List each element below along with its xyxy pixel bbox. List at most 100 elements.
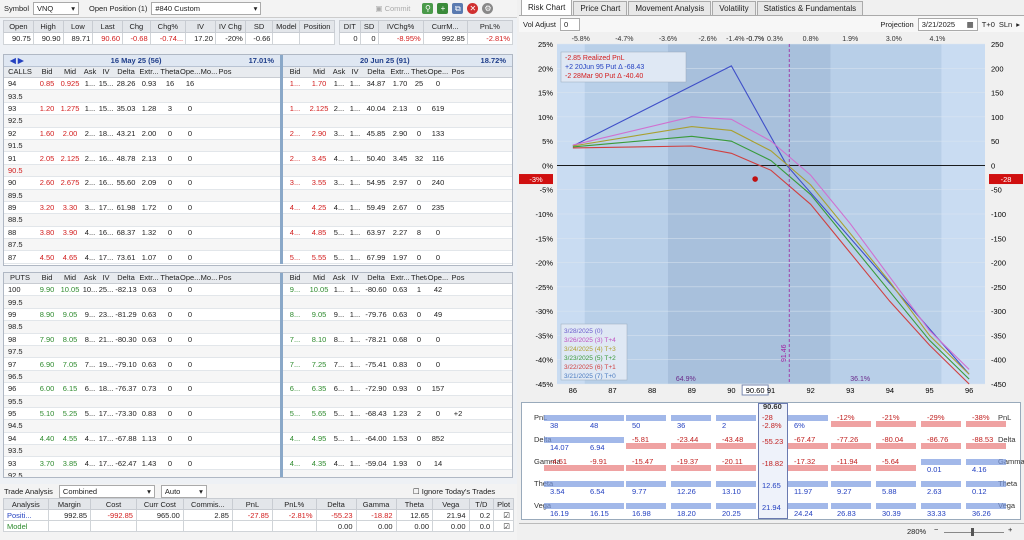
column-label[interactable]: Theta <box>411 273 427 283</box>
column-label[interactable]: Ask <box>331 67 347 77</box>
option-row[interactable]: 96 6.00 6.15 6... 18... -76.37 0.73 0 0 <box>4 383 280 396</box>
option-row[interactable] <box>283 345 512 359</box>
column-label[interactable]: Mo... <box>200 273 218 283</box>
column-label[interactable]: Delta <box>363 67 389 77</box>
analysis-cell[interactable]: Model <box>3 520 49 532</box>
option-row[interactable]: 3... 3.55 3... 1... 54.95 2.97 0 240 <box>283 177 512 190</box>
option-row[interactable]: 8... 9.05 9... 1... -79.76 0.63 0 49 <box>283 309 512 322</box>
option-row[interactable]: 93.5 <box>4 90 280 103</box>
column-label[interactable]: Pos <box>218 273 232 283</box>
column-label[interactable]: Delta <box>363 273 389 283</box>
tab-risk-chart[interactable]: Risk Chart <box>521 0 573 15</box>
column-label[interactable]: IV <box>347 67 363 77</box>
option-row[interactable]: 2... 3.45 4... 1... 50.40 3.45 32 116 <box>283 152 512 165</box>
add-icon[interactable]: + <box>437 3 449 14</box>
option-row[interactable]: 91.5 <box>4 139 280 153</box>
vol-adjust-input[interactable]: 0 <box>559 17 580 31</box>
column-label[interactable]: Bid <box>283 273 307 283</box>
column-label[interactable]: Pos <box>449 273 467 283</box>
column-label[interactable]: Mid <box>307 273 331 283</box>
option-row[interactable]: 98.5 <box>4 321 280 334</box>
zoom-out-icon[interactable]: − <box>934 525 938 534</box>
close-icon[interactable]: ✕ <box>467 3 479 14</box>
tab-movement-analysis[interactable]: Movement Analysis <box>628 1 712 15</box>
option-row[interactable]: 7... 8.10 8... 1... -78.21 0.68 0 0 <box>283 334 512 346</box>
analysis-cell[interactable]: Positi... <box>3 509 49 521</box>
position-select[interactable]: #840 Custom ▾ <box>151 2 262 15</box>
column-label[interactable]: Ope... <box>180 273 200 283</box>
option-row[interactable]: 87 4.50 4.65 4... 17... 73.61 1.07 0 0 <box>4 251 280 264</box>
option-row[interactable] <box>283 370 512 384</box>
column-label[interactable]: Ask <box>82 273 98 283</box>
option-row[interactable]: 6... 6.35 6... 1... -72.90 0.93 0 157 <box>283 383 512 396</box>
option-row[interactable]: 88.5 <box>4 214 280 227</box>
analysis-mode-select[interactable]: Combined ▾ <box>58 484 155 498</box>
option-row[interactable]: 99 8.90 9.05 9... 23... -81.29 0.63 0 0 <box>4 309 280 322</box>
option-row[interactable] <box>283 164 512 178</box>
option-row[interactable]: 94 0.85 0.925 1... 15... 28.26 0.93 16 16 <box>4 78 280 91</box>
option-row[interactable]: 93.5 <box>4 445 280 458</box>
symbol-select[interactable]: VNQ ▾ <box>33 2 80 15</box>
option-row[interactable]: 99.5 <box>4 296 280 309</box>
tab-statistics-fundamentals[interactable]: Statistics & Fundamentals <box>756 1 864 15</box>
column-label[interactable]: Bid <box>36 273 58 283</box>
search-icon[interactable]: ⚲ <box>422 3 434 14</box>
column-label[interactable]: Mo... <box>200 67 218 77</box>
column-label[interactable]: Extr... <box>138 273 160 283</box>
column-label[interactable]: IV <box>347 273 363 283</box>
ignore-trades-checkbox[interactable]: ☐ Ignore Today's Trades <box>413 487 495 496</box>
column-label[interactable]: Ope... <box>180 67 200 77</box>
option-row[interactable] <box>283 115 512 128</box>
tab-volatility[interactable]: Volatility <box>712 1 756 15</box>
tab-price-chart[interactable]: Price Chart <box>573 1 628 15</box>
option-row[interactable]: 92 1.60 2.00 2... 18... 43.21 2.00 0 0 <box>4 128 280 140</box>
option-row[interactable] <box>283 239 512 252</box>
option-row[interactable]: 97 6.90 7.05 7... 19... -79.10 0.63 0 0 <box>4 358 280 371</box>
option-row[interactable] <box>283 296 512 309</box>
column-label[interactable]: CALLS <box>4 67 36 77</box>
risk-chart[interactable]: 25% 250 20% 200 15% 150 10% 100 5% 50 0% 0 -3% -28 -5%… <box>519 32 1024 402</box>
column-label[interactable]: Extr... <box>389 67 411 77</box>
gear-icon[interactable]: ⚙ <box>482 3 494 14</box>
column-label[interactable]: IV <box>98 273 114 283</box>
option-row[interactable]: 4... 4.85 5... 1... 63.97 2.27 8 0 <box>283 227 512 240</box>
option-row[interactable] <box>283 189 512 202</box>
option-row[interactable]: 5... 5.65 5... 1... -68.43 1.23 2 0 +2 <box>283 408 512 421</box>
column-label[interactable]: Theta <box>160 67 180 77</box>
column-label[interactable]: Bid <box>283 67 307 77</box>
auto-select[interactable]: Auto ▾ <box>160 484 207 498</box>
prev-arrow-icon[interactable]: ◀ ▶ <box>10 56 24 65</box>
option-row[interactable]: 91 2.05 2.125 2... 16... 48.78 2.13 0 0 <box>4 152 280 165</box>
option-row[interactable] <box>283 214 512 227</box>
option-row[interactable]: 5... 5.55 5... 1... 67.99 1.97 0 0 <box>283 251 512 264</box>
option-row[interactable]: 89.5 <box>4 189 280 202</box>
commit-button[interactable]: ▣ Commit <box>375 4 410 13</box>
option-row[interactable]: 94 4.40 4.55 4... 17... -67.88 1.13 0 0 <box>4 433 280 446</box>
t0-button[interactable]: T+0 <box>982 20 995 29</box>
column-label[interactable]: PUTS <box>4 273 36 283</box>
option-row[interactable] <box>283 321 512 334</box>
option-row[interactable]: 98 7.90 8.05 8... 21... -80.30 0.63 0 0 <box>4 334 280 346</box>
option-row[interactable]: 1... 1.70 1... 1... 34.87 1.70 25 0 <box>283 78 512 91</box>
option-row[interactable]: 96.5 <box>4 370 280 384</box>
option-row[interactable]: 9... 10.05 1... 1... -80.60 0.63 1 42 <box>283 284 512 297</box>
option-row[interactable] <box>283 469 512 477</box>
column-label[interactable]: Mid <box>58 67 82 77</box>
column-label[interactable]: Pos <box>218 67 232 77</box>
column-label[interactable]: Mid <box>58 273 82 283</box>
column-label[interactable]: Ope... <box>427 67 449 77</box>
option-row[interactable]: 93 1.20 1.275 1... 15... 35.03 1.28 3 0 <box>4 103 280 116</box>
sln-button[interactable]: SLn <box>999 20 1012 29</box>
column-label[interactable]: IV <box>98 67 114 77</box>
column-label[interactable]: Ask <box>82 67 98 77</box>
option-row[interactable]: 100 9.90 10.05 10... 25... -82.13 0.63 0 0 <box>4 284 280 297</box>
option-row[interactable] <box>283 395 512 408</box>
option-row[interactable]: 90.5 <box>4 164 280 178</box>
option-row[interactable]: 92.5 <box>4 115 280 128</box>
column-label[interactable]: Delta <box>114 273 138 283</box>
copy-icon[interactable]: ⧉ <box>452 3 464 14</box>
column-label[interactable]: Extr... <box>138 67 160 77</box>
column-label[interactable]: Extr... <box>389 273 411 283</box>
option-row[interactable]: 90 2.60 2.675 2... 16... 55.60 2.09 0 0 <box>4 177 280 190</box>
option-row[interactable]: 95 5.10 5.25 5... 17... -73.30 0.83 0 0 <box>4 408 280 421</box>
